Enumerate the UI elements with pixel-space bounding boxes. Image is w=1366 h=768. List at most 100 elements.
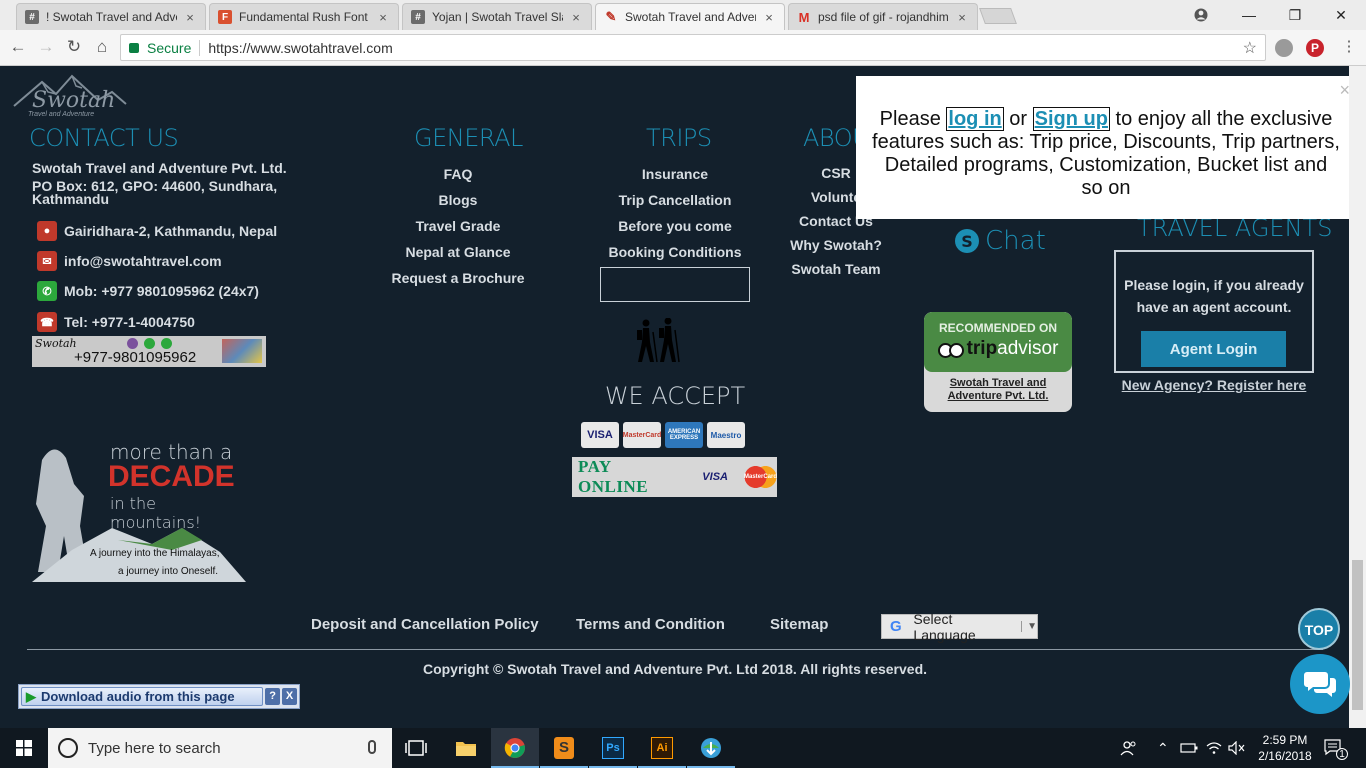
live-chat-button[interactable]: [1290, 654, 1350, 714]
window-close-icon[interactable]: ✕: [1318, 0, 1364, 30]
flags-decoration: [222, 339, 262, 363]
menu-kebab-icon[interactable]: ⋮: [1338, 36, 1360, 58]
forward-icon[interactable]: →: [35, 36, 57, 58]
swotah-logo[interactable]: Swotah Travel and Adventure: [12, 72, 128, 120]
extension-icon[interactable]: [1275, 39, 1293, 57]
recommended-text: RECOMMENDED ON: [938, 321, 1057, 335]
volume-muted-icon[interactable]: [1228, 728, 1246, 768]
windows-start-icon[interactable]: [0, 728, 48, 768]
link-sitemap[interactable]: Sitemap: [770, 616, 828, 633]
link-deposit-cancellation[interactable]: Deposit and Cancellation Policy: [311, 616, 539, 633]
link-why-swotah[interactable]: Why Swotah?: [784, 235, 888, 259]
close-tab-icon[interactable]: ×: [762, 10, 776, 25]
scrollbar-thumb[interactable]: [1352, 560, 1363, 710]
contact-tel[interactable]: ☎ Tel: +977-1-4004750: [37, 312, 195, 332]
link-insurance[interactable]: Insurance: [600, 164, 750, 190]
taskbar-search[interactable]: Type here to search: [48, 728, 392, 768]
visa-card-icon: VISA: [581, 422, 619, 448]
back-to-top-button[interactable]: TOP: [1298, 608, 1340, 650]
system-clock[interactable]: 2:59 PM 2/16/2018: [1253, 732, 1317, 764]
whatsapp-icon: ✆: [37, 281, 57, 301]
profile-icon[interactable]: [1178, 0, 1224, 30]
popup-signup-link[interactable]: Sign up: [1032, 107, 1110, 131]
chrome-icon[interactable]: [491, 728, 539, 768]
phone-banner[interactable]: Swotah +977-9801095962: [32, 336, 266, 367]
contact-mobile[interactable]: ✆ Mob: +977 9801095962 (24x7): [37, 281, 259, 301]
link-nepal-at-glance[interactable]: Nepal at Glance: [388, 242, 528, 268]
footer-search-input[interactable]: [600, 267, 750, 302]
mobile-text[interactable]: Mob: +977 9801095962 (24x7): [64, 283, 259, 299]
address-bar[interactable]: Secure https://www.swotahtravel.com ☆: [120, 34, 1266, 61]
pay-visa-icon: VISA: [702, 471, 728, 483]
notification-count: 1: [1336, 748, 1348, 760]
internet-download-manager-icon[interactable]: [687, 728, 735, 768]
link-terms[interactable]: Terms and Condition: [576, 616, 725, 633]
tripadvisor-company[interactable]: Swotah Travel and Adventure Pvt. Ltd.: [924, 377, 1072, 403]
tel-text[interactable]: Tel: +977-1-4004750: [64, 314, 195, 330]
illustrator-icon[interactable]: Ai: [638, 728, 686, 768]
bookmark-star-icon[interactable]: ☆: [1243, 38, 1257, 58]
back-icon[interactable]: ←: [7, 36, 29, 58]
link-before-you-come[interactable]: Before you come: [600, 216, 750, 242]
action-center-icon[interactable]: 1: [1324, 728, 1348, 768]
close-tab-icon[interactable]: ×: [376, 10, 390, 25]
show-hidden-icons-chevron[interactable]: ⌃: [1157, 728, 1169, 768]
close-bar-icon[interactable]: X: [282, 688, 297, 705]
dropdown-arrow-icon: ▼: [1021, 621, 1037, 632]
pinterest-icon[interactable]: P: [1306, 39, 1324, 57]
brand-trip: trip: [966, 338, 998, 359]
link-travel-grade[interactable]: Travel Grade: [388, 216, 528, 242]
minimize-icon[interactable]: —: [1226, 0, 1272, 30]
secure-indicator[interactable]: Secure: [129, 40, 191, 56]
reload-icon[interactable]: ↻: [63, 36, 85, 58]
email-text[interactable]: info@swotahtravel.com: [64, 253, 222, 269]
url-text[interactable]: https://www.swotahtravel.com: [208, 40, 392, 56]
home-icon[interactable]: ⌂: [91, 36, 113, 58]
pay-mastercard-icon: MasterCard: [743, 466, 777, 488]
download-audio-button[interactable]: ▶ Download audio from this page: [21, 687, 264, 706]
link-swotah-team[interactable]: Swotah Team: [784, 259, 888, 283]
wifi-icon[interactable]: [1206, 728, 1222, 768]
browser-tab[interactable]: F Fundamental Rush Font ×: [209, 3, 399, 30]
people-icon[interactable]: [1120, 728, 1138, 768]
register-agency-link[interactable]: New Agency? Register here: [1114, 377, 1314, 393]
popup-message: Please log in or Sign up to enjoy all th…: [872, 107, 1340, 200]
link-blogs[interactable]: Blogs: [388, 190, 528, 216]
link-request-brochure[interactable]: Request a Brochure: [388, 268, 528, 294]
sublime-text-icon[interactable]: S: [540, 728, 588, 768]
close-tab-icon[interactable]: ×: [183, 10, 197, 25]
browser-tab[interactable]: # ! Swotah Travel and Adve ×: [16, 3, 206, 30]
pay-online-text: PAY ONLINE: [578, 457, 649, 496]
secure-label: Secure: [147, 39, 192, 56]
skype-chat-link[interactable]: S Chat: [955, 226, 1046, 256]
general-heading: GENERAL: [414, 124, 523, 152]
skype-icon: S: [955, 229, 979, 253]
help-icon[interactable]: ?: [265, 688, 281, 705]
browser-tab-active[interactable]: ✎ Swotah Travel and Adven ×: [595, 3, 785, 30]
logo-text: Swotah: [32, 88, 116, 113]
task-view-icon[interactable]: [392, 728, 440, 768]
contact-email[interactable]: ✉ info@swotahtravel.com: [37, 251, 222, 271]
amex-card-icon: AMERICAN EXPRESS: [665, 422, 703, 448]
close-tab-icon[interactable]: ×: [955, 10, 969, 25]
file-explorer-icon[interactable]: [442, 728, 490, 768]
battery-icon[interactable]: [1180, 728, 1198, 768]
photoshop-icon[interactable]: Ps: [589, 728, 637, 768]
google-icon: G: [890, 617, 902, 635]
agent-login-button[interactable]: Agent Login: [1141, 331, 1286, 367]
browser-tab[interactable]: M psd file of gif - rojandhim ×: [788, 3, 978, 30]
link-booking-conditions[interactable]: Booking Conditions: [600, 242, 750, 268]
pay-online-banner[interactable]: PAY ONLINE VISA MasterCard: [572, 457, 777, 497]
popup-text-or: or: [1009, 108, 1028, 130]
whatsapp-small-icon: [144, 338, 155, 349]
link-faq[interactable]: FAQ: [388, 164, 528, 190]
close-tab-icon[interactable]: ×: [569, 10, 583, 25]
link-trip-cancellation[interactable]: Trip Cancellation: [600, 190, 750, 216]
footer-divider: [27, 649, 1323, 650]
browser-tab[interactable]: # Yojan | Swotah Travel Sla ×: [402, 3, 592, 30]
new-tab-button[interactable]: [979, 8, 1017, 24]
popup-login-link[interactable]: log in: [946, 107, 1004, 131]
restore-icon[interactable]: ❐: [1272, 0, 1318, 30]
tripadvisor-badge[interactable]: RECOMMENDED ON trip advisor Swotah Travel…: [924, 312, 1072, 412]
language-select[interactable]: G Select Language ▼: [881, 611, 1038, 643]
